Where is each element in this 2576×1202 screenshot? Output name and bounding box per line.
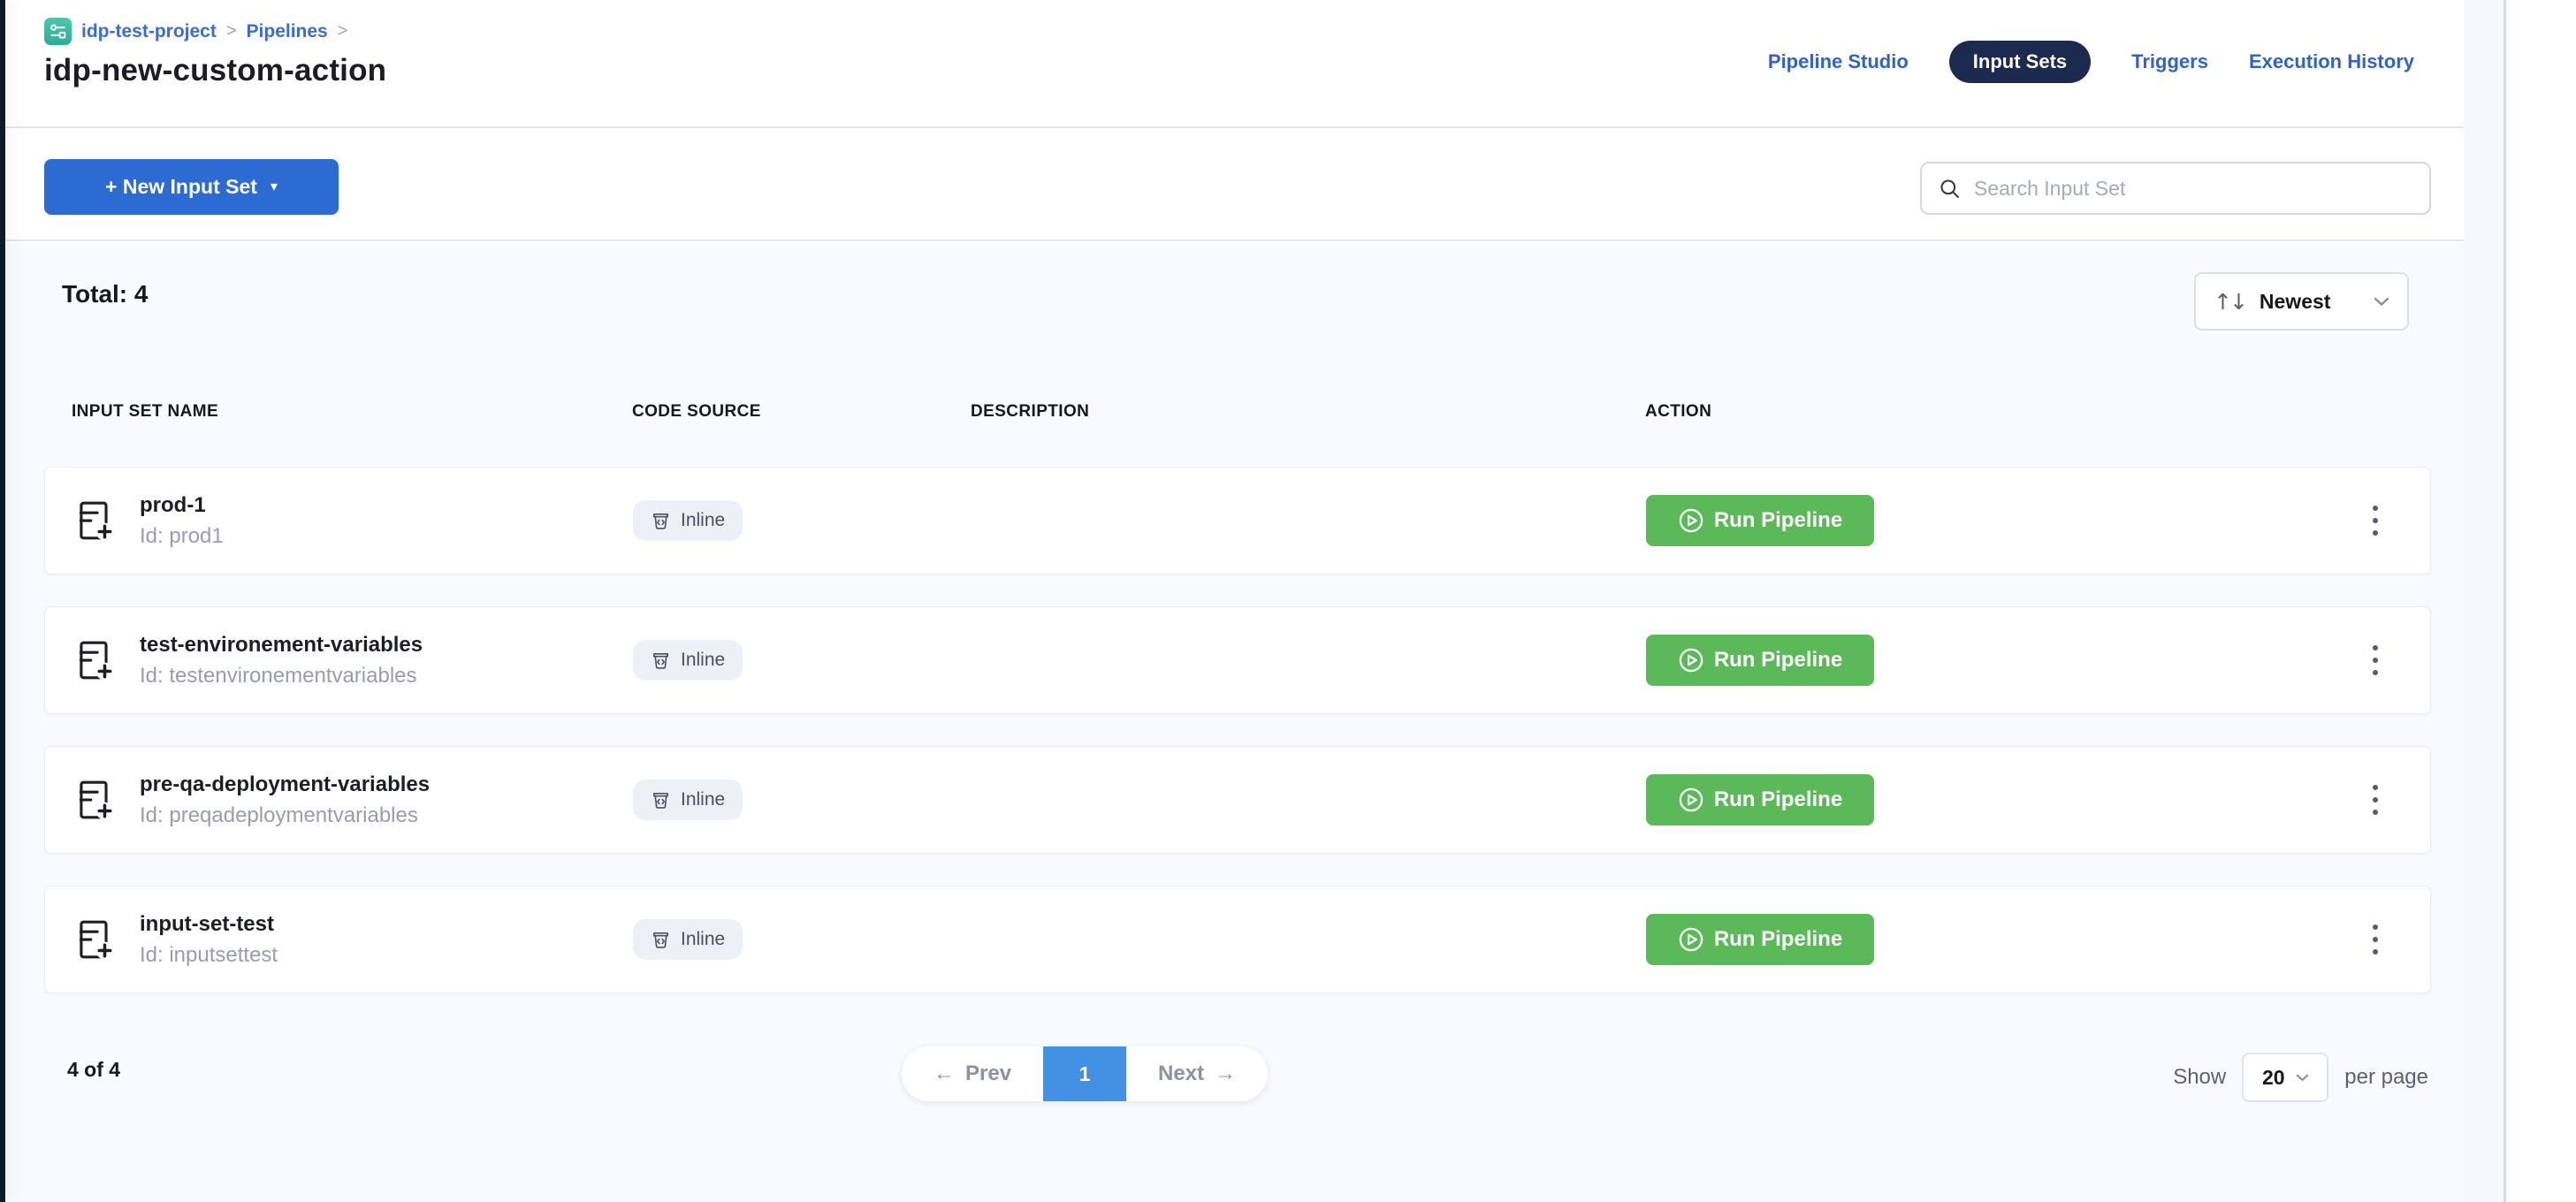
arrow-left-icon: ← bbox=[934, 1061, 955, 1086]
input-set-name-block: test-environement-variables Id: testenvi… bbox=[140, 633, 423, 688]
run-pipeline-label: Run Pipeline bbox=[1714, 508, 1842, 533]
pipelines-logo-icon bbox=[44, 18, 72, 45]
sort-dropdown[interactable]: ↑↓ Newest bbox=[2194, 272, 2409, 331]
input-set-icon bbox=[72, 917, 117, 962]
input-set-name-block: input-set-test Id: inputsettest bbox=[140, 912, 278, 968]
run-pipeline-label: Run Pipeline bbox=[1714, 648, 1842, 673]
code-source-badge: Inline bbox=[633, 500, 743, 541]
collapsed-sidebar-strip[interactable] bbox=[0, 0, 5, 1202]
input-set-id: Id: testenvironementvariables bbox=[140, 664, 423, 688]
breadcrumb-project-link[interactable]: idp-test-project bbox=[81, 21, 217, 42]
new-input-set-button[interactable]: + New Input Set ▾ bbox=[44, 159, 339, 215]
input-set-name-block: pre-qa-deployment-variables Id: preqadep… bbox=[140, 772, 430, 828]
input-set-name: test-environement-variables bbox=[140, 633, 423, 658]
chevron-down-icon bbox=[2296, 1074, 2309, 1082]
row-menu-kebab-icon[interactable] bbox=[2358, 494, 2393, 547]
breadcrumb-separator: > bbox=[226, 21, 237, 42]
right-scroll-gutter[interactable] bbox=[2464, 0, 2506, 1202]
input-set-name: pre-qa-deployment-variables bbox=[140, 772, 430, 797]
input-set-row[interactable]: pre-qa-deployment-variables Id: preqadep… bbox=[44, 746, 2431, 854]
page-number-1[interactable]: 1 bbox=[1043, 1046, 1126, 1101]
code-source-badge: Inline bbox=[633, 919, 743, 960]
pagination: ← Prev 1 Next → bbox=[902, 1046, 1268, 1101]
tab-input-sets[interactable]: Input Sets bbox=[1949, 41, 2091, 83]
chevron-down-icon bbox=[2374, 297, 2389, 307]
new-input-set-label: + New Input Set bbox=[105, 175, 257, 199]
inline-source-icon bbox=[651, 511, 671, 531]
column-code-source: CODE SOURCE bbox=[632, 402, 971, 422]
row-menu-kebab-icon[interactable] bbox=[2358, 913, 2393, 966]
input-set-icon bbox=[72, 778, 117, 822]
search-icon bbox=[1938, 177, 1962, 201]
per-page-label: per page bbox=[2344, 1065, 2428, 1090]
arrow-right-icon: → bbox=[1215, 1061, 1236, 1086]
inline-source-icon bbox=[651, 930, 671, 950]
sort-selected-value: Newest bbox=[2260, 290, 2359, 314]
run-pipeline-label: Run Pipeline bbox=[1714, 787, 1842, 812]
inline-source-icon bbox=[651, 650, 671, 671]
pipeline-input-sets-page: idp-test-project > Pipelines > idp-new-c… bbox=[5, 0, 2464, 1202]
caret-down-icon: ▾ bbox=[271, 180, 278, 194]
page-size-value: 20 bbox=[2262, 1066, 2285, 1090]
search-input[interactable] bbox=[1974, 177, 2413, 201]
input-set-row[interactable]: input-set-test Id: inputsettest Inline bbox=[44, 886, 2431, 993]
code-source-label: Inline bbox=[681, 789, 725, 810]
code-source-label: Inline bbox=[681, 650, 725, 671]
run-pipeline-button[interactable]: Run Pipeline bbox=[1646, 495, 1874, 546]
row-menu-kebab-icon[interactable] bbox=[2358, 773, 2393, 826]
input-set-row[interactable]: test-environement-variables Id: testenvi… bbox=[44, 606, 2431, 714]
next-label: Next bbox=[1158, 1061, 1204, 1086]
total-count-label: Total: 4 bbox=[62, 280, 148, 308]
tab-triggers[interactable]: Triggers bbox=[2131, 50, 2208, 73]
play-icon bbox=[1678, 647, 1704, 673]
code-source-badge: Inline bbox=[633, 780, 743, 820]
code-source-label: Inline bbox=[681, 929, 725, 950]
content-area: Total: 4 ↑↓ Newest INPUT SET NAME CODE S… bbox=[5, 243, 2464, 1202]
breadcrumb-separator: > bbox=[338, 21, 348, 42]
prev-label: Prev bbox=[965, 1061, 1011, 1086]
pagination-count: 4 of 4 bbox=[67, 1058, 120, 1082]
input-set-id: Id: prod1 bbox=[140, 524, 224, 549]
inline-source-icon bbox=[651, 790, 671, 810]
input-set-id: Id: preqadeploymentvariables bbox=[140, 803, 430, 828]
input-set-list: prod-1 Id: prod1 Inline bbox=[44, 467, 2431, 1025]
next-page-button[interactable]: Next → bbox=[1126, 1046, 1268, 1101]
code-source-badge: Inline bbox=[633, 640, 743, 681]
input-set-id: Id: inputsettest bbox=[140, 943, 278, 968]
input-set-icon bbox=[72, 498, 117, 543]
run-pipeline-button[interactable]: Run Pipeline bbox=[1646, 774, 1874, 825]
prev-page-button[interactable]: ← Prev bbox=[902, 1046, 1043, 1101]
breadcrumb-pipelines-link[interactable]: Pipelines bbox=[247, 21, 328, 42]
table-header-row: INPUT SET NAME CODE SOURCE DESCRIPTION A… bbox=[44, 402, 2431, 422]
tab-pipeline-studio[interactable]: Pipeline Studio bbox=[1768, 50, 1909, 73]
run-pipeline-button[interactable]: Run Pipeline bbox=[1646, 635, 1874, 686]
input-set-name-block: prod-1 Id: prod1 bbox=[140, 493, 224, 549]
column-action: ACTION bbox=[1645, 402, 2431, 422]
input-set-name: input-set-test bbox=[140, 912, 278, 937]
input-set-row[interactable]: prod-1 Id: prod1 Inline bbox=[44, 467, 2431, 574]
toolbar: + New Input Set ▾ bbox=[5, 130, 2464, 241]
breadcrumb: idp-test-project > Pipelines > bbox=[44, 18, 347, 45]
tab-execution-history[interactable]: Execution History bbox=[2249, 50, 2414, 73]
page-size-select[interactable]: 20 bbox=[2242, 1053, 2328, 1102]
column-input-set-name: INPUT SET NAME bbox=[72, 402, 632, 422]
input-set-name: prod-1 bbox=[140, 493, 224, 518]
run-pipeline-button[interactable]: Run Pipeline bbox=[1646, 914, 1874, 965]
page-header: idp-test-project > Pipelines > idp-new-c… bbox=[5, 0, 2464, 128]
run-pipeline-label: Run Pipeline bbox=[1714, 927, 1842, 952]
search-box bbox=[1920, 162, 2431, 215]
pipeline-tabs: Pipeline Studio Input Sets Triggers Exec… bbox=[1768, 41, 2414, 83]
play-icon bbox=[1678, 507, 1704, 534]
show-label: Show bbox=[2173, 1065, 2226, 1090]
page-title: idp-new-custom-action bbox=[44, 53, 386, 88]
code-source-label: Inline bbox=[681, 510, 725, 531]
page-size-control: Show 20 per page bbox=[2173, 1053, 2428, 1102]
play-icon bbox=[1678, 926, 1704, 953]
sort-icon: ↑↓ bbox=[2214, 289, 2245, 315]
input-set-icon bbox=[72, 638, 117, 682]
row-menu-kebab-icon[interactable] bbox=[2358, 634, 2393, 687]
column-description: DESCRIPTION bbox=[971, 402, 1645, 422]
play-icon bbox=[1678, 787, 1704, 813]
